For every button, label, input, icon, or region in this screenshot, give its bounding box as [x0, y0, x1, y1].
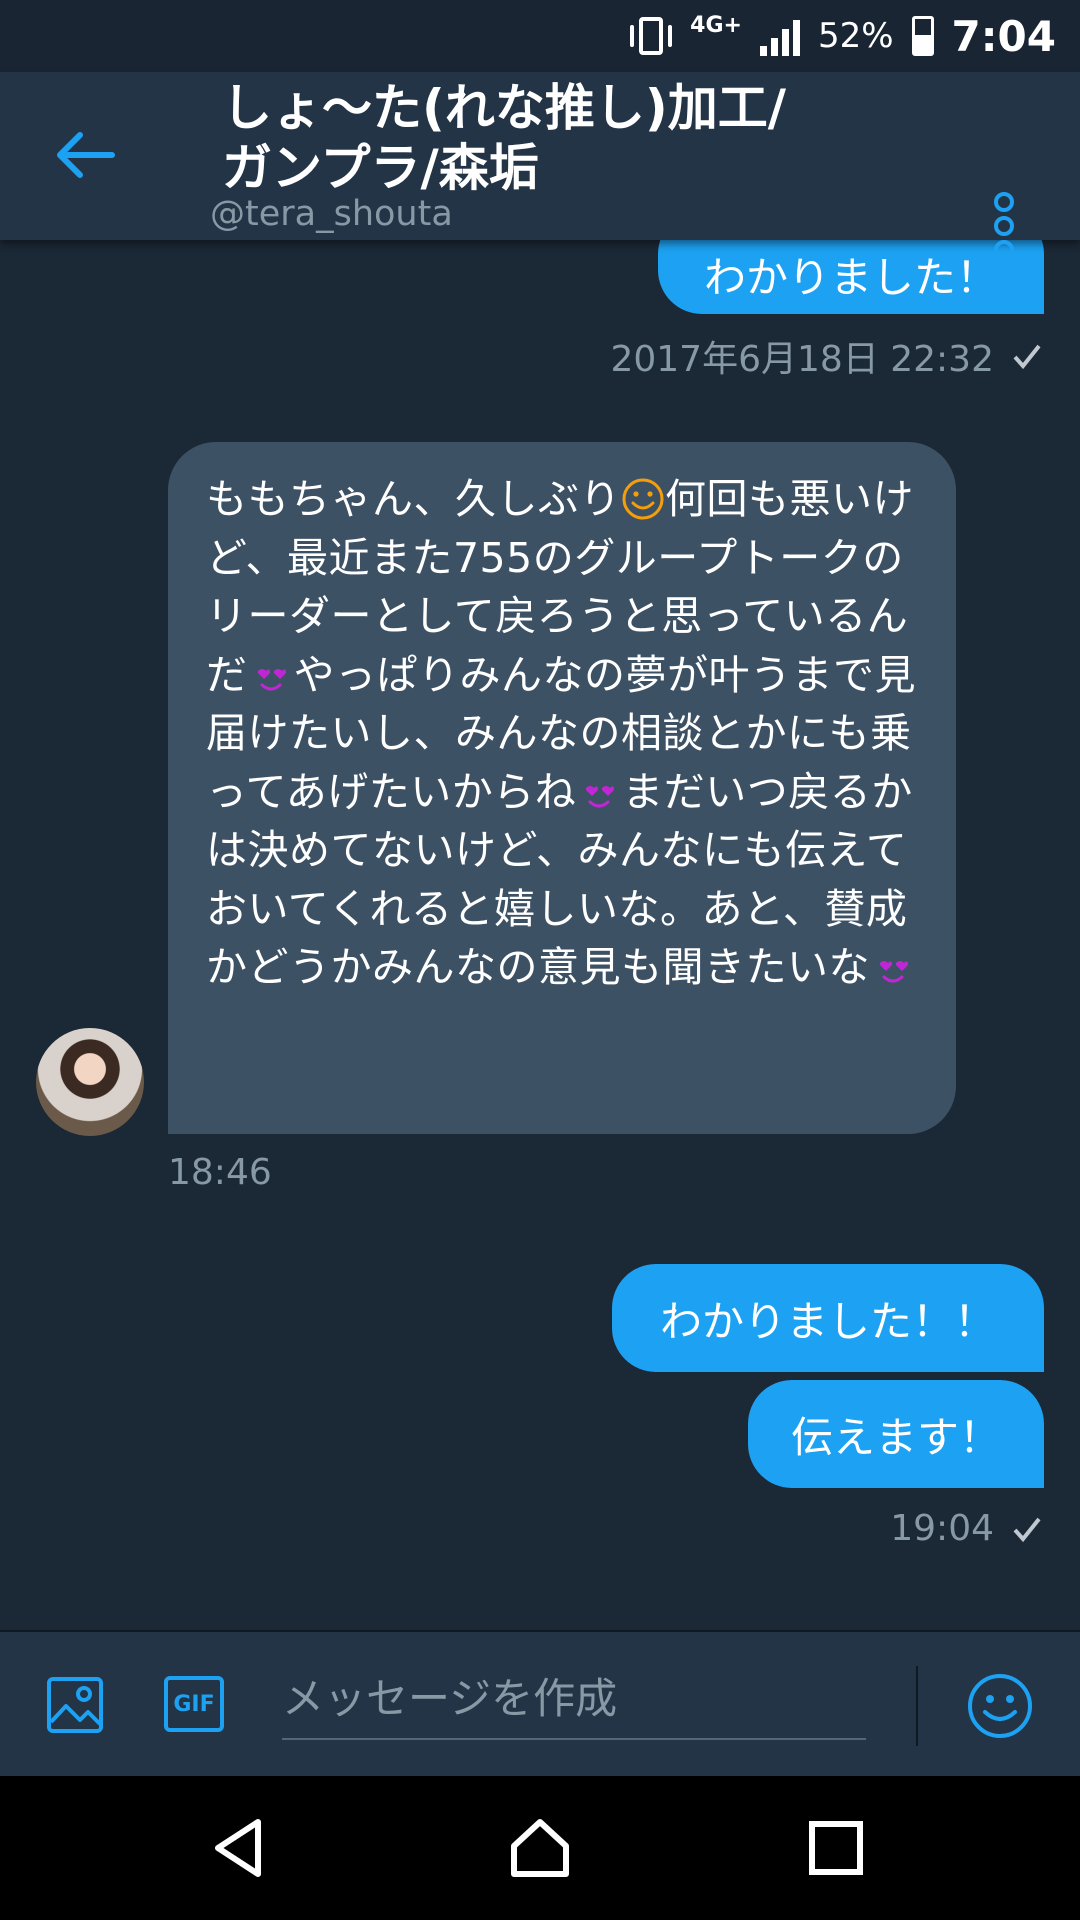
- heart-eyes-emoji-icon: [257, 668, 286, 690]
- clock: 7:04: [951, 11, 1056, 61]
- arrow-left-icon[interactable]: [52, 130, 116, 180]
- message-text-part: ももちゃん、久しぶり: [206, 475, 621, 523]
- avatar[interactable]: [36, 1028, 144, 1136]
- system-nav-bar: [0, 1776, 1080, 1920]
- heart-eyes-emoji-icon: [586, 785, 615, 807]
- heart-eyes-emoji-icon: [880, 961, 908, 983]
- message-text: わかりました！！: [659, 1296, 996, 1346]
- message-bubble-out[interactable]: わかりました！！: [612, 1264, 1044, 1372]
- message-bubble-out[interactable]: 伝えます！: [748, 1380, 1044, 1488]
- user-handle: @tera_shouta: [210, 194, 453, 234]
- check-icon: [1013, 1517, 1041, 1542]
- message-input[interactable]: [282, 1658, 866, 1740]
- message-timestamp: 19:04: [890, 1508, 994, 1549]
- divider: [916, 1666, 918, 1746]
- message-meta: 2017年6月18日 22:32: [610, 330, 1042, 382]
- smile-emoji-icon: [622, 478, 664, 520]
- message-timestamp: 2017年6月18日 22:32: [610, 339, 994, 380]
- network-type: 4G+: [690, 12, 742, 38]
- emoji-icon[interactable]: [966, 1672, 1034, 1740]
- gif-label: GIF: [173, 1691, 215, 1717]
- more-vertical-icon[interactable]: [992, 192, 1020, 262]
- conversation-title-block[interactable]: しょ〜た(れな推し)加工/ ガンプラ/森垢: [222, 72, 962, 198]
- conversation-header: しょ〜た(れな推し)加工/ ガンプラ/森垢: [0, 72, 1080, 260]
- message-meta: 18:46: [168, 1152, 272, 1193]
- message-bubble-in[interactable]: ももちゃん、久しぶり 何回も悪いけど、最近また755のグループトークのリーダーとし…: [168, 442, 956, 1134]
- message-timestamp: 18:46: [168, 1152, 272, 1193]
- message-text: 伝えます！: [790, 1412, 1001, 1462]
- nav-home-icon[interactable]: [508, 1816, 572, 1880]
- message-text: わかりました！: [703, 252, 998, 302]
- gif-button[interactable]: GIF: [164, 1676, 224, 1732]
- vibrate-icon: [630, 17, 673, 55]
- status-bar: 4G+ 52% 7:04: [0, 0, 1080, 72]
- signal-icon: [759, 16, 800, 56]
- battery-icon: [911, 16, 934, 56]
- message-meta: 19:04: [890, 1508, 1042, 1549]
- message-text: ももちゃん、久しぶり 何回も悪いけど、最近また755のグループトークのリーダーとし…: [206, 470, 916, 997]
- check-icon: [1013, 344, 1041, 370]
- battery-percent: 52%: [817, 16, 894, 56]
- nav-recents-icon[interactable]: [804, 1816, 868, 1880]
- nav-back-icon[interactable]: [208, 1816, 272, 1880]
- image-icon[interactable]: [46, 1676, 104, 1734]
- conversation-title: しょ〜た(れな推し)加工/ ガンプラ/森垢: [222, 79, 786, 197]
- message-composer: GIF: [0, 1630, 1080, 1778]
